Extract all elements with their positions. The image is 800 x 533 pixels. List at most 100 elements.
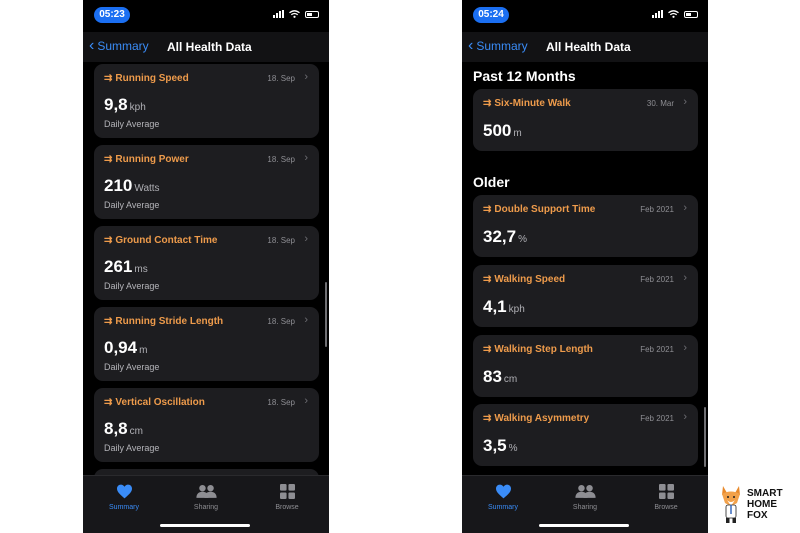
tab-sharing[interactable]: Sharing bbox=[176, 482, 236, 511]
card-title-text: Walking Step Length bbox=[494, 344, 593, 355]
card-title: ⇉ Running Power bbox=[104, 154, 189, 165]
card-date: Feb 2021 bbox=[640, 414, 674, 423]
tab-bar: Summary Sharing Browse bbox=[462, 475, 708, 533]
wifi-icon bbox=[668, 10, 679, 18]
chevron-right-icon: › bbox=[304, 395, 308, 407]
heart-icon bbox=[94, 482, 154, 500]
card-date: Feb 2021 bbox=[640, 205, 674, 214]
card-title-text: Six-Minute Walk bbox=[494, 98, 571, 109]
value-number: 261 bbox=[104, 257, 133, 276]
card-date: 30. Mar bbox=[646, 99, 674, 108]
card-value: 32,7% bbox=[483, 227, 527, 247]
card-subtitle: Daily Average bbox=[104, 200, 160, 210]
tab-label: Summary bbox=[488, 504, 518, 511]
value-number: 3,5 bbox=[483, 436, 507, 455]
chevron-left-icon: ‹ bbox=[468, 37, 474, 54]
tab-label: Sharing bbox=[572, 504, 598, 511]
health-data-list[interactable]: ⇉ Running Speed 18. Sep › 9,8 kph Daily Av… bbox=[83, 62, 329, 475]
section-header-older: Older bbox=[473, 174, 510, 190]
running-metric-icon: ⇉ bbox=[104, 154, 113, 165]
value-unit: kph bbox=[129, 102, 146, 113]
metric-card-walking-step-length[interactable]: ⇉ Walking Step Length Feb 2021 › 83 cm bbox=[473, 335, 698, 397]
metric-card-six-minute-walk[interactable]: ⇉ Six-Minute Walk 30. Mar › 500 m bbox=[473, 89, 698, 151]
navigation-bar: ‹ Summary All Health Data bbox=[83, 32, 329, 62]
scroll-indicator[interactable] bbox=[325, 282, 327, 347]
value-number: 500 bbox=[483, 121, 512, 140]
value-number: 210 bbox=[104, 176, 133, 195]
card-title: ⇉ Six-Minute Walk bbox=[483, 98, 571, 109]
running-metric-icon: ⇉ bbox=[104, 397, 113, 408]
metric-card-running-power[interactable]: ⇉ Running Power 18. Sep › 210 Watts Daily … bbox=[94, 145, 319, 219]
tab-label: Sharing bbox=[193, 504, 219, 511]
brand-line: SMART bbox=[747, 487, 783, 499]
card-value: 500 m bbox=[483, 121, 522, 141]
card-subtitle: Daily Average bbox=[104, 443, 160, 453]
card-date: 18. Sep bbox=[267, 317, 295, 326]
tab-sharing[interactable]: Sharing bbox=[555, 482, 615, 511]
card-title: ⇉ Ground Contact Time bbox=[104, 235, 217, 246]
running-metric-icon: ⇉ bbox=[104, 235, 113, 246]
tab-summary[interactable]: Summary bbox=[473, 482, 533, 511]
status-bar: 05:24 bbox=[462, 0, 708, 32]
metric-card-walking-asymmetry[interactable]: ⇉ Walking Asymmetry Feb 2021 › 3,5% bbox=[473, 404, 698, 466]
metric-card-walking-speed[interactable]: ⇉ Walking Speed Feb 2021 › 4,1 kph bbox=[473, 265, 698, 327]
brand-logo: SMART HOME FOX bbox=[720, 484, 783, 524]
grid-icon bbox=[257, 482, 317, 500]
walking-metric-icon: ⇉ bbox=[483, 204, 492, 215]
metric-card-double-support-time[interactable]: ⇉ Double Support Time Feb 2021 › 32,7% bbox=[473, 195, 698, 257]
card-title-text: Running Power bbox=[115, 154, 189, 165]
running-metric-icon: ⇉ bbox=[104, 316, 113, 327]
metric-card-vertical-oscillation[interactable]: ⇉ Vertical Oscillation 18. Sep › 8,8 cm Da… bbox=[94, 388, 319, 462]
metric-card-ground-contact-time[interactable]: ⇉ Ground Contact Time 18. Sep › 261 ms Dai… bbox=[94, 226, 319, 300]
status-bar: 05:23 bbox=[83, 0, 329, 32]
card-title: ⇉ Walking Speed bbox=[483, 274, 565, 285]
value-unit: kph bbox=[508, 304, 525, 315]
value-number: 4,1 bbox=[483, 297, 507, 316]
walking-metric-icon: ⇉ bbox=[483, 98, 492, 109]
card-date: 18. Sep bbox=[267, 155, 295, 164]
card-title: ⇉ Walking Asymmetry bbox=[483, 413, 589, 424]
card-title: ⇉ Running Stride Length bbox=[104, 316, 223, 327]
card-title: ⇉ Running Speed bbox=[104, 73, 189, 84]
tab-browse[interactable]: Browse bbox=[636, 482, 696, 511]
status-icons bbox=[652, 10, 698, 18]
phone-screen-right: 05:24 ‹ Summary All Health Data Past 12 … bbox=[462, 0, 708, 533]
home-indicator[interactable] bbox=[160, 524, 250, 527]
back-label: Summary bbox=[97, 39, 149, 53]
value-unit: cm bbox=[503, 374, 518, 385]
card-subtitle: Daily Average bbox=[104, 119, 160, 129]
value-unit: m bbox=[513, 128, 522, 139]
heart-icon bbox=[473, 482, 533, 500]
metric-card-running-speed[interactable]: ⇉ Running Speed 18. Sep › 9,8 kph Daily Av… bbox=[94, 64, 319, 138]
walking-metric-icon: ⇉ bbox=[483, 274, 492, 285]
metric-card-running-stride-length[interactable]: ⇉ Running Stride Length 18. Sep › 0,94 m D… bbox=[94, 307, 319, 381]
card-date: 18. Sep bbox=[267, 398, 295, 407]
chevron-right-icon: › bbox=[304, 314, 308, 326]
card-title-text: Double Support Time bbox=[494, 204, 596, 215]
wifi-icon bbox=[289, 10, 300, 18]
card-date: Feb 2021 bbox=[640, 275, 674, 284]
chevron-right-icon: › bbox=[683, 411, 687, 423]
navigation-bar: ‹ Summary All Health Data bbox=[462, 32, 708, 62]
brand-wordmark: SMART HOME FOX bbox=[747, 488, 783, 521]
card-title-text: Walking Speed bbox=[494, 274, 566, 285]
value-number: 8,8 bbox=[104, 419, 128, 438]
value-number: 9,8 bbox=[104, 95, 128, 114]
cellular-signal-icon bbox=[652, 10, 663, 18]
back-button[interactable]: ‹ Summary bbox=[468, 37, 528, 54]
scroll-indicator[interactable] bbox=[704, 407, 706, 467]
page-title: All Health Data bbox=[167, 40, 252, 54]
status-time: 05:23 bbox=[94, 7, 130, 23]
value-unit: m bbox=[139, 345, 148, 356]
brand-line: HOME bbox=[747, 498, 777, 510]
grid-icon bbox=[636, 482, 696, 500]
health-data-list[interactable]: Past 12 Months ⇉ Six-Minute Walk 30. Mar … bbox=[462, 62, 708, 475]
tab-summary[interactable]: Summary bbox=[94, 482, 154, 511]
people-icon bbox=[176, 482, 236, 500]
back-button[interactable]: ‹ Summary bbox=[89, 37, 149, 54]
home-indicator[interactable] bbox=[539, 524, 629, 527]
card-date: 18. Sep bbox=[267, 236, 295, 245]
chevron-left-icon: ‹ bbox=[89, 37, 95, 54]
tab-browse[interactable]: Browse bbox=[257, 482, 317, 511]
value-number: 32,7 bbox=[483, 227, 517, 246]
